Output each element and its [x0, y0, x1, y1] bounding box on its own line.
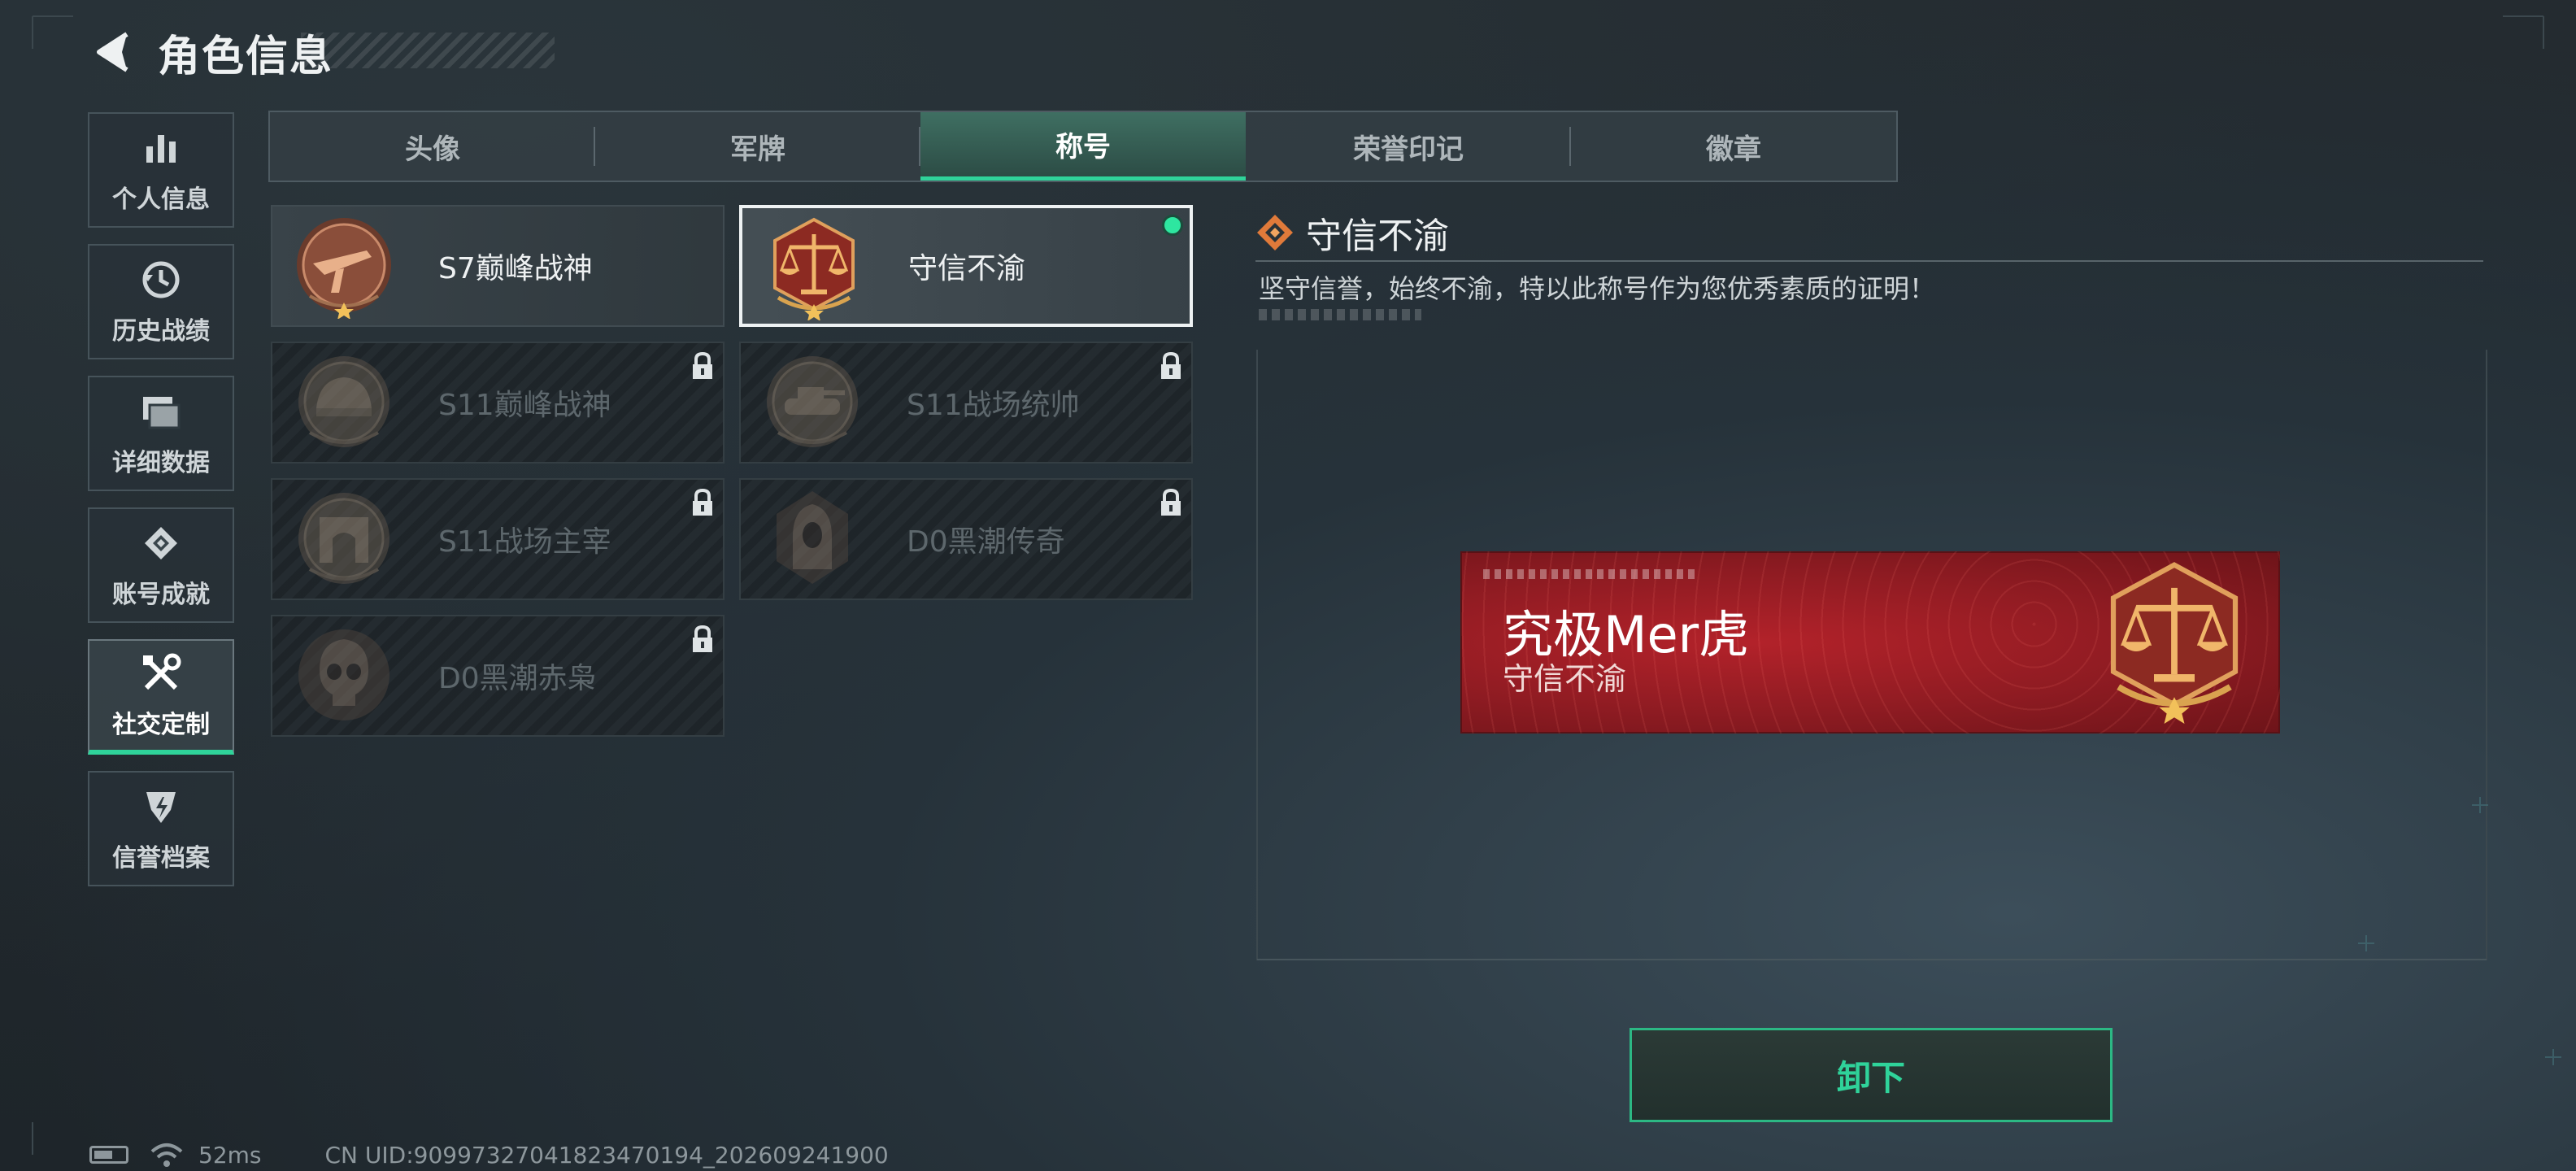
tab-dog-tag[interactable]: 军牌	[595, 112, 920, 181]
sidebar-item-achievements[interactable]: 账号成就	[88, 507, 234, 623]
banner-code	[1483, 569, 1695, 579]
folders-icon	[138, 389, 184, 434]
ping-text: 52ms	[198, 1141, 262, 1169]
history-clock-icon	[138, 257, 184, 303]
lock-icon	[693, 625, 712, 652]
battery-icon	[89, 1146, 128, 1164]
tab-honor-mark[interactable]: 荣誉印记	[1246, 112, 1571, 181]
uid-text: CN UID:90997327041823470194_202609241900	[324, 1141, 889, 1169]
skull-medal-icon	[298, 629, 389, 720]
sidebar: 个人信息 历史战绩 详细数据 账号成就 社交定制 信誉档案	[88, 112, 237, 903]
back-button[interactable]	[88, 26, 140, 78]
lock-icon	[1161, 488, 1181, 516]
title-name: D0黑潮赤枭	[438, 662, 597, 695]
sidebar-item-label: 账号成就	[112, 581, 210, 609]
title-card-d0-legend[interactable]: D0黑潮传奇	[739, 478, 1193, 600]
tab-title[interactable]: 称号	[920, 112, 1246, 181]
sidebar-item-label: 历史战绩	[112, 317, 210, 346]
title-name: D0黑潮传奇	[907, 525, 1065, 559]
page-title: 角色信息	[158, 32, 334, 81]
tab-badge[interactable]: 徽章	[1571, 112, 1896, 181]
lock-icon	[693, 488, 712, 516]
title-stripes	[301, 33, 555, 68]
tools-icon	[138, 651, 184, 696]
scales-medal-icon	[2110, 562, 2239, 724]
scales-medal-icon	[773, 217, 855, 320]
lock-icon	[1161, 351, 1181, 379]
sidebar-item-history[interactable]: 历史战绩	[88, 244, 234, 359]
title-card-s11-peak[interactable]: S11巅峰战神	[271, 342, 724, 464]
title-card-d0-owl[interactable]: D0黑潮赤枭	[271, 615, 724, 737]
category-tabs: 头像 军牌 称号 荣誉印记 徽章	[268, 111, 1898, 182]
title-name: 守信不渝	[908, 252, 1026, 285]
tank-medal-icon	[767, 356, 858, 447]
rifle-medal-icon	[297, 218, 391, 319]
sidebar-item-label: 社交定制	[112, 711, 210, 739]
sidebar-item-credit-record[interactable]: 信誉档案	[88, 771, 234, 886]
lock-icon	[693, 351, 712, 379]
title-card-s7-peak[interactable]: S7巅峰战神	[271, 205, 724, 327]
title-card-trustworthy[interactable]: 守信不渝	[739, 205, 1193, 327]
detail-header: 守信不渝	[1255, 205, 2483, 262]
sidebar-item-label: 信誉档案	[112, 844, 210, 873]
detail-title: 守信不渝	[1306, 215, 1449, 257]
sidebar-item-label: 详细数据	[112, 449, 210, 477]
title-name: S7巅峰战神	[438, 252, 593, 285]
sidebar-item-label: 个人信息	[112, 185, 210, 214]
credit-shield-icon	[138, 784, 184, 829]
page-header: 角色信息	[88, 23, 333, 81]
unequip-button[interactable]: 卸下	[1630, 1028, 2113, 1122]
status-bar: 52ms CN UID:90997327041823470194_2026092…	[89, 1140, 889, 1169]
title-card-s11-commander[interactable]: S11战场统帅	[739, 342, 1193, 464]
title-name: S11巅峰战神	[438, 389, 611, 422]
sidebar-item-personal-info[interactable]: 个人信息	[88, 112, 234, 228]
title-name: S11战场统帅	[907, 389, 1080, 422]
achievement-icon	[138, 520, 184, 566]
wifi-icon	[150, 1143, 183, 1167]
decorative-code	[1259, 309, 1421, 320]
banner-title: 守信不渝	[1503, 661, 1627, 697]
bar-chart-icon	[138, 125, 184, 171]
detail-description: 坚守信誉，始终不渝，特以此称号作为您优秀素质的证明！	[1259, 273, 1936, 304]
sidebar-item-detailed-data[interactable]: 详细数据	[88, 376, 234, 491]
tab-avatar[interactable]: 头像	[270, 112, 595, 181]
title-banner-preview: 究极Mer虎 守信不渝	[1460, 551, 2280, 734]
diamond-icon	[1257, 215, 1293, 250]
title-card-s11-dominator[interactable]: S11战场主宰	[271, 478, 724, 600]
equipped-indicator	[1162, 215, 1183, 236]
title-name: S11战场主宰	[438, 525, 611, 559]
arch-medal-icon	[298, 493, 389, 584]
sidebar-item-social-custom[interactable]: 社交定制	[88, 639, 234, 755]
back-arrow-icon	[97, 32, 128, 72]
hooded-figure-medal-icon	[777, 491, 848, 584]
helmet-medal-icon	[298, 356, 389, 447]
